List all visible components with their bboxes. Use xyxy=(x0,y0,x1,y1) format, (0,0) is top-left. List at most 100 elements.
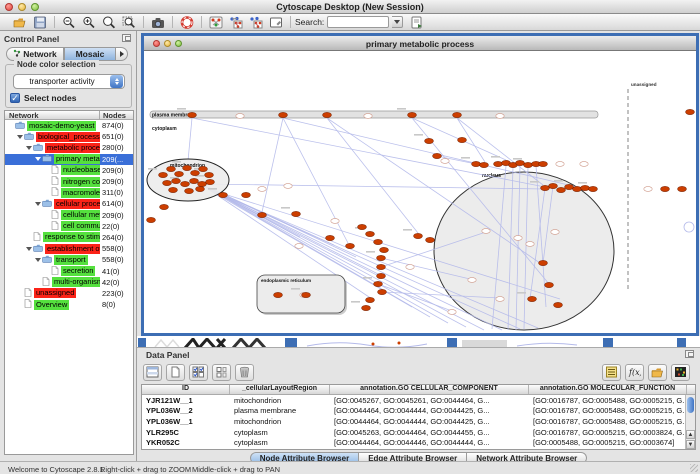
tab-scroll-right-button[interactable] xyxy=(116,47,128,61)
tree-row-cellular-process[interactable]: cellular process614(0) xyxy=(5,198,133,209)
node-unmapped[interactable] xyxy=(514,236,522,241)
tree-row-metabolic-process[interactable]: metabolic process280(0) xyxy=(5,142,133,153)
node[interactable] xyxy=(366,297,375,302)
delete-attribute-icon[interactable] xyxy=(235,364,254,381)
node[interactable] xyxy=(159,172,168,177)
node[interactable] xyxy=(279,112,288,117)
tree-row-response-to-stimulu[interactable]: response to stimulu264(0) xyxy=(5,232,133,243)
tree-row-multi-organism-pro[interactable]: multi-organism pro42(0) xyxy=(5,277,133,288)
tree-row-biological-process[interactable]: biological_process651(0) xyxy=(5,131,133,142)
node[interactable] xyxy=(198,181,207,186)
scrollbar-thumb[interactable] xyxy=(687,397,694,413)
network-window-titlebar[interactable]: primary metabolic process xyxy=(144,36,696,51)
node-unmapped[interactable] xyxy=(364,114,372,119)
attribute-table-icon[interactable] xyxy=(143,364,162,381)
checkbox-checked-icon[interactable]: ✓ xyxy=(10,93,20,103)
node[interactable] xyxy=(326,235,335,240)
import-network-icon[interactable] xyxy=(410,16,424,29)
node[interactable] xyxy=(374,281,383,286)
node[interactable] xyxy=(494,161,503,166)
tree-row-macromolecule[interactable]: macromolecule311(0) xyxy=(5,187,133,198)
node[interactable] xyxy=(589,186,598,191)
tab-mosaic[interactable]: Mosaic xyxy=(64,47,116,61)
expand-arrow-icon[interactable] xyxy=(17,135,23,139)
node[interactable] xyxy=(378,289,387,294)
attribute-list-icon[interactable] xyxy=(602,364,621,381)
help-icon[interactable] xyxy=(180,16,194,29)
node[interactable] xyxy=(554,302,563,307)
node[interactable] xyxy=(528,296,537,301)
select-nodes-checkbox[interactable]: ✓ Select nodes xyxy=(10,93,76,103)
node[interactable] xyxy=(172,178,181,183)
node[interactable] xyxy=(190,178,199,183)
snapshot-icon[interactable] xyxy=(151,16,165,29)
node-unmapped[interactable] xyxy=(448,310,456,315)
node[interactable] xyxy=(175,171,184,176)
node[interactable] xyxy=(292,211,301,216)
zoom-selected-region-icon[interactable] xyxy=(122,16,136,29)
node[interactable] xyxy=(458,137,467,142)
node[interactable] xyxy=(516,160,525,165)
unselect-attributes-icon[interactable] xyxy=(212,364,231,381)
node[interactable] xyxy=(573,186,582,191)
plasma-membrane-region[interactable] xyxy=(150,111,598,118)
table-row-ypl036w__2[interactable]: YPL036W__2plasma membrane[GO:0044464, GO… xyxy=(142,406,695,417)
node[interactable] xyxy=(323,112,332,117)
node[interactable] xyxy=(549,183,558,188)
edge[interactable] xyxy=(283,118,348,243)
annotation-icon[interactable] xyxy=(269,16,283,29)
node[interactable] xyxy=(169,187,178,192)
node[interactable] xyxy=(219,192,228,197)
tree-row-cellular-metabol[interactable]: cellular metabol209(0) xyxy=(5,210,133,221)
node[interactable] xyxy=(565,184,574,189)
node[interactable] xyxy=(205,172,214,177)
attribute-matrix-icon[interactable] xyxy=(671,364,690,381)
edge[interactable] xyxy=(327,118,418,233)
tree-row-cell-communicat[interactable]: cell communicat22(0) xyxy=(5,221,133,232)
resize-grip[interactable] xyxy=(690,464,698,472)
import-attributes-icon[interactable] xyxy=(648,364,667,381)
zoom-out-icon[interactable] xyxy=(62,16,76,29)
node-unmapped[interactable] xyxy=(644,187,652,192)
column-header-1[interactable]: _cellularLayoutRegion xyxy=(230,385,330,394)
node[interactable] xyxy=(374,239,383,244)
tree-row-primary-metabo[interactable]: primary metabo209(... xyxy=(5,154,133,165)
node-unmapped[interactable] xyxy=(496,297,504,302)
node[interactable] xyxy=(167,166,176,171)
node[interactable] xyxy=(188,112,197,117)
node[interactable] xyxy=(377,255,386,260)
node[interactable] xyxy=(181,181,190,186)
node[interactable] xyxy=(191,170,200,175)
node-unmapped[interactable] xyxy=(580,162,588,167)
tree-row-nucleobase-[interactable]: nucleobase-209(0) xyxy=(5,165,133,176)
table-scrollbar[interactable]: ▲ ▼ xyxy=(685,395,695,449)
node[interactable] xyxy=(196,186,205,191)
node[interactable] xyxy=(524,162,533,167)
open-file-icon[interactable] xyxy=(13,16,27,29)
network-from-selected-nodes-edges-icon[interactable] xyxy=(229,16,243,29)
node[interactable] xyxy=(453,112,462,117)
node[interactable] xyxy=(480,162,489,167)
tree-row-mosaic-demo-yeast[interactable]: mosaic-demo-yeast874(0) xyxy=(5,120,133,131)
node[interactable] xyxy=(425,138,434,143)
node[interactable] xyxy=(539,161,548,166)
node-unmapped[interactable] xyxy=(482,229,490,234)
node[interactable] xyxy=(163,180,172,185)
tree-row-unassigned[interactable]: unassigned223(0) xyxy=(5,288,133,299)
node-unmapped[interactable] xyxy=(468,278,476,283)
expand-arrow-icon[interactable] xyxy=(35,157,41,161)
zoom-in-icon[interactable] xyxy=(82,16,96,29)
node-unmapped[interactable] xyxy=(556,162,564,167)
node[interactable] xyxy=(686,109,695,114)
node[interactable] xyxy=(274,292,283,297)
node-unmapped[interactable] xyxy=(406,265,414,270)
node-unmapped[interactable] xyxy=(441,159,449,164)
node[interactable] xyxy=(199,166,208,171)
column-header-3[interactable]: annotation.GO MOLECULAR_FUNCTION xyxy=(529,385,687,394)
node-unmapped[interactable] xyxy=(236,114,244,119)
nucleus-region[interactable] xyxy=(434,172,614,330)
node[interactable] xyxy=(366,231,375,236)
node[interactable] xyxy=(358,224,367,229)
node[interactable] xyxy=(183,165,192,170)
function-builder-icon[interactable]: f(x) xyxy=(625,364,644,381)
